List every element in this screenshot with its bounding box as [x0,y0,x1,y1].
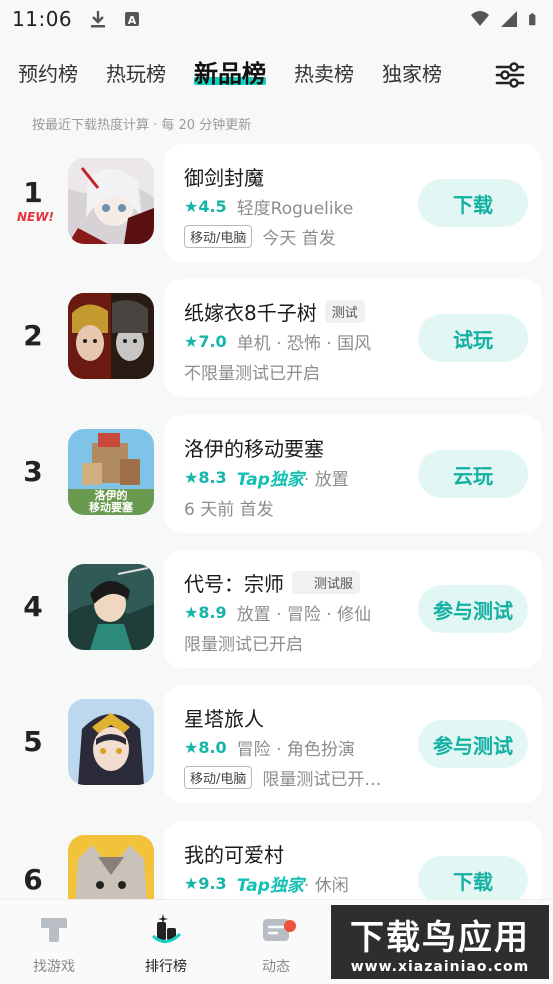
game-info: 限量测试已开启 [184,630,303,655]
ranking-subtitle: 按最近下载热度计算 · 每 20 分钟更新 [32,118,252,133]
svg-text:移动要塞: 移动要塞 [89,500,134,514]
ranking-icon [151,914,182,943]
game-title: 我的可爱村 [184,843,284,867]
game-icon-zongshi[interactable] [68,564,154,650]
list-item[interactable]: 2 纸嫁衣8千子树 测试 ★7.0 单机 · 恐怖 · 国风 不限量测试已开启 … [0,279,553,397]
find-game-icon [41,918,67,942]
tab-hot-play[interactable]: 热玩榜 [106,51,166,97]
game-genre: 放置 · 冒险 · 修仙 [236,605,372,625]
download-icon [91,11,106,28]
join-test-button[interactable]: 参与测试 [418,720,528,768]
signal-icon [501,11,517,27]
list-item[interactable]: 5 星塔旅人 ★8.0 冒险 · 角色扮演 移动/电脑 限量测试已开… 参与测试 [0,685,553,803]
game-title: 洛伊的移动要塞 [184,437,324,461]
nav-label: 排行榜 [145,959,187,975]
game-icon-xingta[interactable] [68,699,154,785]
rating: ★8.0 [184,738,227,757]
game-icon-yujian[interactable] [68,158,154,244]
rating: ★4.5 [184,197,227,216]
rank-number: 3 [23,455,43,488]
nav-find-game[interactable]: 找游戏 [14,912,94,976]
filter-settings-icon[interactable] [495,60,525,90]
new-tag: NEW! [17,210,54,224]
game-meta: ★8.9 放置 · 冒险 · 修仙 [184,600,371,625]
game-card[interactable]: 星塔旅人 ★8.0 冒险 · 角色扮演 移动/电脑 限量测试已开… 参与测试 [164,685,542,803]
rating: ★8.3 [184,468,227,487]
status-bar: 11:06 A [0,0,553,38]
game-genre: · 休闲 [303,876,349,896]
join-test-button[interactable]: 参与测试 [418,585,528,633]
nav-feed[interactable]: 动态 [236,912,316,976]
game-title: 代号：宗师 测试服 [184,568,361,597]
download-button[interactable]: 下载 [418,179,528,227]
game-meta: ★9.3 Tap独家 · 休闲 [184,871,349,896]
notification-dot [284,920,296,932]
game-genre: · 放置 [303,470,349,490]
game-title: 御剑封魔 [184,166,264,190]
rank-number: 6 [23,863,43,896]
release-info: 今天 首发 [262,229,336,249]
release-info: 限量测试已开… [262,770,382,790]
tap-exclusive-tag: Tap独家 [236,876,304,896]
game-card[interactable]: 代号：宗师 测试服 ★8.9 放置 · 冒险 · 修仙 限量测试已开启 参与测试 [164,550,542,668]
trial-button[interactable]: 试玩 [418,314,528,362]
game-info: 移动/电脑 今天 首发 [184,224,336,249]
ranking-tabs: 预约榜 热玩榜 新品榜 热卖榜 独家榜 [0,50,553,98]
cloud-play-button[interactable]: 云玩 [418,450,528,498]
game-info: 不限量测试已开启 [184,359,320,384]
platform-badge: 移动/电脑 [184,225,253,248]
list-item[interactable]: 3 洛伊的 移动要塞 洛伊的移动要塞 ★8.3 Tap独家 · 放置 6 天前 … [0,415,553,533]
a-icon: A [125,12,140,27]
release-info: 限量测试已开启 [184,635,303,655]
rating: ★8.9 [184,603,227,622]
game-genre: 单机 · 恐怖 · 国风 [236,334,372,354]
tab-new-release[interactable]: 新品榜 [194,51,266,97]
game-meta: ★8.3 Tap独家 · 放置 [184,465,349,490]
rank-number: 5 [23,725,43,758]
watermark-url: www.xiazainiao.com [350,958,530,975]
wifi-icon [471,11,489,26]
nav-label: 动态 [262,959,290,975]
platform-badge: 移动/电脑 [184,766,253,789]
game-meta: ★8.0 冒险 · 角色扮演 [184,735,355,760]
svg-text:洛伊的: 洛伊的 [95,488,128,502]
game-genre: 冒险 · 角色扮演 [236,740,355,760]
game-icon-luoyi[interactable]: 洛伊的 移动要塞 [68,429,154,515]
list-item[interactable]: 1 NEW! 御剑封魔 ★4.5 轻度Roguelike 移动/电脑 今天 首发… [0,144,553,262]
test-server-badge: 测试服 [292,571,361,594]
game-meta: ★7.0 单机 · 恐怖 · 国风 [184,329,371,354]
game-title: 纸嫁衣8千子树 测试 [184,297,365,326]
list-item[interactable]: 4 代号：宗师 测试服 ★8.9 放置 · 冒险 · 修仙 限量测试已开启 参与… [0,550,553,668]
game-info: 6 天前 首发 [184,495,274,520]
game-card[interactable]: 洛伊的移动要塞 ★8.3 Tap独家 · 放置 6 天前 首发 云玩 [164,415,542,533]
tap-exclusive-tag: Tap独家 [236,470,304,490]
game-info: 移动/电脑 限量测试已开… [184,765,381,790]
svg-text:A: A [128,14,137,27]
release-info: 6 天前 首发 [184,500,274,520]
rating: ★7.0 [184,332,227,351]
game-card[interactable]: 御剑封魔 ★4.5 轻度Roguelike 移动/电脑 今天 首发 下载 [164,144,542,262]
tab-exclusive[interactable]: 独家榜 [382,51,442,97]
battery-icon [529,13,536,26]
rating: ★9.3 [184,874,227,893]
watermark-logo: 下载鸟应用 www.xiazainiao.com [331,905,549,979]
game-meta: ★4.5 轻度Roguelike [184,194,353,219]
nav-label: 找游戏 [33,959,75,975]
game-genre: 轻度Roguelike [236,199,354,219]
rank-number: 4 [23,590,43,623]
release-info: 不限量测试已开启 [184,364,320,384]
tab-reservation[interactable]: 预约榜 [18,51,78,97]
rank-number: 1 [23,176,43,209]
watermark-text: 下载鸟应用 [350,917,530,958]
tab-hot-sale[interactable]: 热卖榜 [294,51,354,97]
game-card[interactable]: 纸嫁衣8千子树 测试 ★7.0 单机 · 恐怖 · 国风 不限量测试已开启 试玩 [164,279,542,397]
rank-number: 2 [23,319,43,352]
status-time: 11:06 [12,7,73,31]
test-badge: 测试 [324,300,365,323]
download-button[interactable]: 下载 [418,856,528,904]
nav-ranking[interactable]: 排行榜 [126,912,206,976]
game-icon-zhijiayi[interactable] [68,293,154,379]
game-title: 星塔旅人 [184,707,264,731]
